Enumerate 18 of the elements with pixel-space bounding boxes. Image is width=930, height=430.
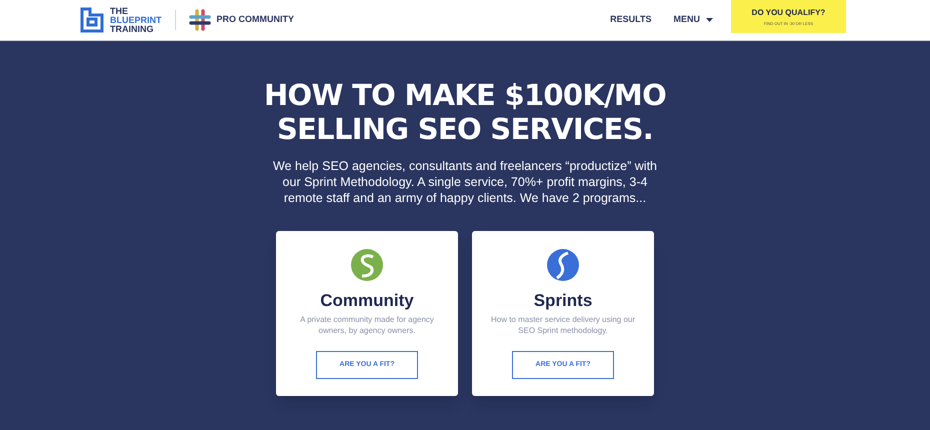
- logo-text: BLUEPRINT: [110, 16, 162, 24]
- letter-s-logo-icon: [547, 249, 579, 281]
- logo-text: TRAINING: [110, 24, 154, 34]
- card-title: Sprints: [534, 291, 592, 311]
- hero-title: SELLING SEO SERVICES.: [276, 112, 654, 146]
- logo-text: THE: [110, 6, 129, 16]
- hero-title: HOW TO MAKE $100K/MO: [264, 78, 666, 112]
- nav-link[interactable]: RESULTS: [610, 13, 652, 27]
- card-description: A private community made for agency owners, by agency owners.: [299, 314, 435, 336]
- hero-description: We help SEO agencies, consultants and freelancers “productize” with our Sprint Methodology. A single service, 70%+ profit margins, 3-4 remote staff and an army of happy clients. We have 2 programs...: [272, 158, 658, 206]
- letter-s-logo-icon: [351, 249, 383, 281]
- card-description: How to master service delivery using our SEO Sprint methodology.: [490, 314, 636, 336]
- card-title: Community: [320, 291, 414, 311]
- logo-icon: [80, 7, 104, 33]
- nav-link[interactable]: MENU: [674, 13, 713, 27]
- hashtag-logo-icon: [188, 9, 210, 31]
- partner-label: PRO COMMUNITY: [216, 13, 294, 26]
- caret-icon: [706, 18, 713, 22]
